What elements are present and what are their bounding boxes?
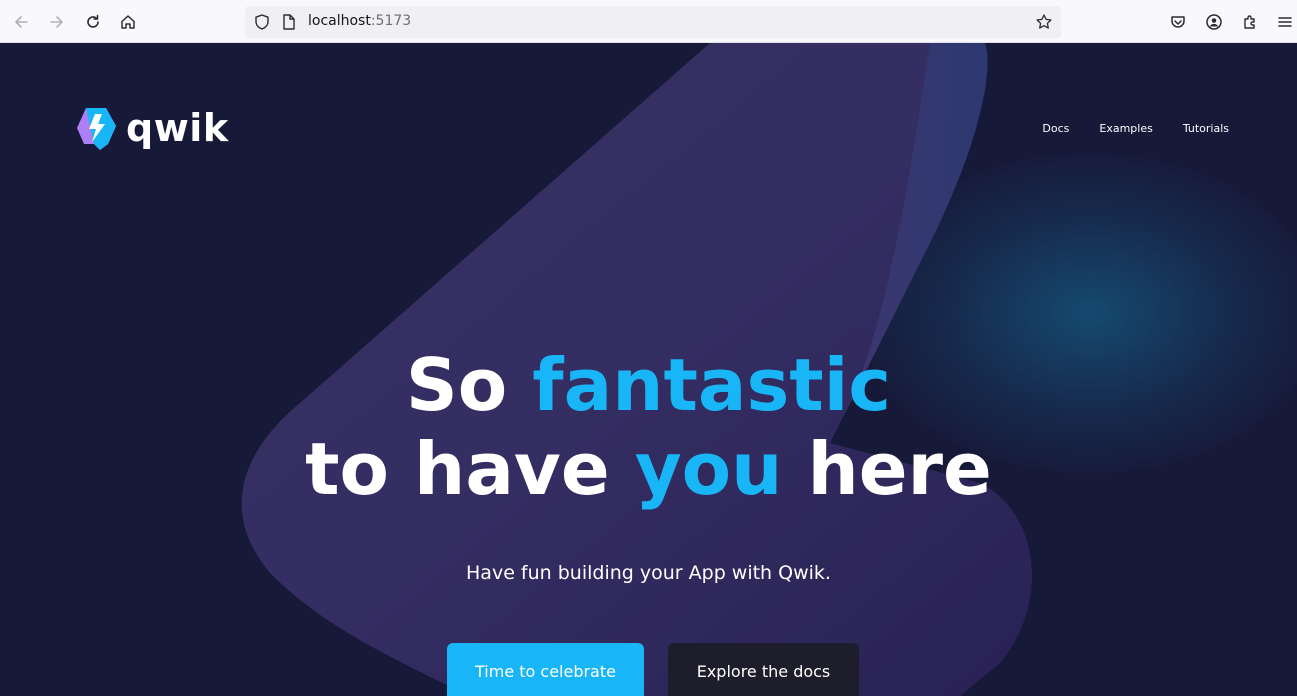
reload-button[interactable]: [80, 9, 106, 35]
hero-title-to-have: to have: [305, 427, 635, 511]
shield-icon[interactable]: [253, 13, 271, 31]
account-icon: [1206, 14, 1222, 30]
reload-icon: [87, 14, 99, 28]
pocket-button[interactable]: [1165, 9, 1191, 35]
browser-toolbar: localhost:5173: [0, 0, 1297, 43]
nav-link-tutorials[interactable]: Tutorials: [1183, 122, 1229, 135]
home-icon: [121, 15, 135, 29]
logo-text: qwik: [126, 106, 229, 150]
qwik-logo[interactable]: qwik: [76, 105, 229, 151]
hero-title-so: So: [405, 343, 533, 427]
time-to-celebrate-button[interactable]: Time to celebrate: [447, 643, 644, 696]
hero-title-fantastic: fantastic: [532, 343, 892, 427]
home-button[interactable]: [115, 9, 141, 35]
top-nav: Docs Examples Tutorials: [1042, 122, 1229, 135]
url-port: :5173: [370, 13, 412, 29]
url-text[interactable]: localhost:5173: [308, 13, 411, 29]
explore-docs-button[interactable]: Explore the docs: [668, 643, 859, 696]
page-icon[interactable]: [281, 13, 297, 31]
bookmark-star-icon[interactable]: [1035, 13, 1053, 31]
back-arrow-icon: [15, 16, 28, 28]
back-button[interactable]: [8, 9, 34, 35]
url-host: localhost: [308, 13, 371, 29]
menu-icon: [1278, 17, 1292, 27]
page-viewport: qwik Docs Examples Tutorials So fantasti…: [0, 43, 1297, 696]
nav-link-docs[interactable]: Docs: [1042, 122, 1069, 135]
url-bar[interactable]: localhost:5173: [245, 6, 1061, 38]
hero-title-here: here: [782, 427, 992, 511]
hero-subtitle: Have fun building your App with Qwik.: [466, 562, 831, 584]
hero-title-you: you: [634, 427, 783, 511]
extensions-icon: [1244, 15, 1255, 29]
forward-arrow-icon: [50, 16, 63, 28]
account-button[interactable]: [1201, 9, 1227, 35]
forward-button[interactable]: [44, 9, 70, 35]
nav-link-examples[interactable]: Examples: [1099, 122, 1152, 135]
extensions-button[interactable]: [1237, 9, 1263, 35]
hero-title: So fantastic to have you here: [0, 343, 1297, 511]
pocket-icon: [1171, 16, 1185, 28]
menu-button[interactable]: [1272, 9, 1297, 35]
qwik-lightning-icon: [77, 108, 116, 150]
